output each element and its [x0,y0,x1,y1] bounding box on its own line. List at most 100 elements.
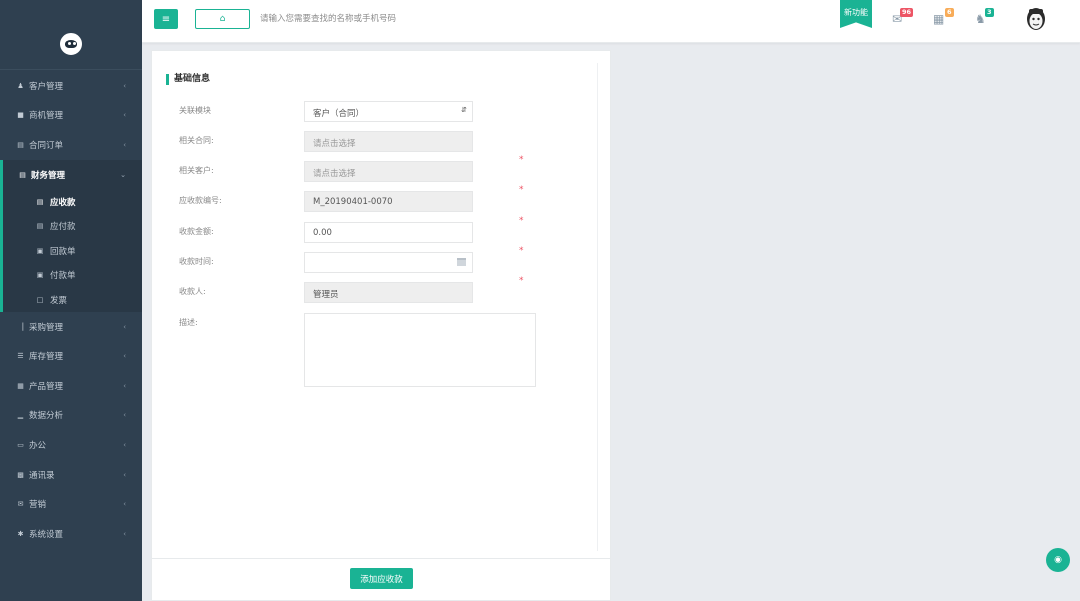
customer-picker[interactable]: 请点击选择 [304,161,473,182]
time-label: 收款时间: [179,257,214,266]
description-label: 描述: [179,318,198,327]
calendar-icon[interactable]: ▦ [933,12,944,26]
monitor-icon: ▭ [17,441,24,450]
module-select[interactable]: 客户（合同） ⇵ [304,101,473,122]
chevron-left-icon: ‹ [123,140,126,149]
chevron-left-icon: ‹ [123,470,126,479]
sidebar-item-label: 应付款 [50,222,76,233]
mail-icon: ✉ [17,500,24,509]
home-icon: ⌂ [219,14,226,24]
menu-toggle-button[interactable]: ≡ [154,9,178,29]
section-title: 基础信息 [166,74,210,85]
finance-submenu: ▤ 应收款 ▤ 应付款 ▣ 回款单 ▣ 付款单 □ 发票 [0,189,142,312]
message-badge: 96 [900,8,914,17]
search-input[interactable] [260,9,560,29]
sidebar-item-contacts[interactable]: ▩ 通讯录 ‹ [0,460,142,490]
sidebar-subitem-payables[interactable]: ▤ 应付款 [3,214,142,239]
sidebar-item-label: 系统设置 [29,529,64,540]
card-icon: ▤ [19,170,26,179]
notification-badge: 3 [985,8,994,17]
sidebar-item-settings[interactable]: ✱ 系统设置 ‹ [0,519,142,549]
payee-field[interactable]: 管理员 [304,282,473,303]
sidebar-item-products[interactable]: ▦ 产品管理 ‹ [0,371,142,401]
sidebar-item-office[interactable]: ▭ 办公 ‹ [0,430,142,460]
sidebar-item-marketing[interactable]: ✉ 营销 ‹ [0,489,142,519]
list-icon: ▤ [17,140,24,149]
sidebar-item-label: 商机管理 [29,111,64,122]
add-receivable-button[interactable]: 添加应收款 [350,568,413,589]
contacts-icon: ▩ [17,470,24,479]
new-feature-ribbon[interactable]: 新功能 [840,0,872,28]
chevron-left-icon: ‹ [123,81,126,90]
sidebar-item-label: 产品管理 [29,381,64,392]
sidebar-item-analytics[interactable]: ▁ 数据分析 ‹ [0,401,142,431]
module-select-value: 客户（合同） [313,109,365,119]
payee-label: 收款人: [179,287,206,296]
module-label: 关联模块 [179,106,211,115]
module-row: 关联模块 客户（合同） ⇵ [179,101,579,122]
avatar[interactable] [1024,6,1048,32]
sidebar-subitem-collections[interactable]: ▣ 回款单 [3,238,142,263]
sidebar: ♟ 客户管理 ‹ ■ 商机管理 ‹ ▤ 合同订单 ‹ ▤ 财务管理 ⌄ ▤ 应收… [0,0,142,601]
contract-picker[interactable]: 请点击选择 [304,131,473,152]
chevron-left-icon: ‹ [123,322,126,331]
required-mark: * [519,246,524,256]
sidebar-item-label: 采购管理 [29,322,64,333]
amount-label: 收款金额: [179,227,214,236]
number-row: 应收款编号: M_20190401-0070 * [179,185,579,212]
amount-row: 收款金额: * [179,216,579,243]
chevron-left-icon: ‹ [123,381,126,390]
chevron-left-icon: ‹ [123,441,126,450]
sidebar-item-opportunities[interactable]: ■ 商机管理 ‹ [0,101,142,131]
money-icon: ▣ [36,271,44,280]
sidebar-subitem-invoices[interactable]: □ 发票 [3,287,142,312]
home-button[interactable]: ⌂ [195,9,250,29]
chat-button[interactable]: ◉ [1046,548,1070,572]
user-icon: ♟ [17,81,24,90]
logo-area [0,0,142,70]
form-panel: 基础信息 关联模块 客户（合同） ⇵ 相关合同: 请点击选择 相关客户: 请点击… [151,50,611,601]
time-row: 收款时间: * [179,246,579,273]
sidebar-item-finance[interactable]: ▤ 财务管理 ⌄ [0,159,142,190]
card-icon: ▤ [36,197,44,206]
sidebar-menu: ♟ 客户管理 ‹ ■ 商机管理 ‹ ▤ 合同订单 ‹ ▤ 财务管理 ⌄ ▤ 应收… [0,71,142,549]
sidebar-subitem-payments[interactable]: ▣ 付款单 [3,263,142,288]
divider [597,63,598,551]
sidebar-item-label: 应收款 [50,197,76,208]
sidebar-item-purchasing[interactable]: ▕ 采购管理 ‹ [0,312,142,342]
required-mark: * [519,185,524,195]
topbar: ≡ ⌂ 新功能 ✉ 96 ▦ 6 ♞ 3 [142,0,1080,43]
amount-input[interactable] [304,222,473,243]
new-feature-label: 新功能 [844,8,868,17]
sidebar-item-label: 回款单 [50,246,76,257]
calendar-icon[interactable] [457,258,466,266]
payee-row: 收款人: 管理员 * [179,276,579,303]
chat-icon: ◉ [1054,555,1062,565]
calendar-badge: 6 [945,8,954,17]
description-textarea[interactable] [304,313,536,387]
sidebar-item-inventory[interactable]: ☰ 库存管理 ‹ [0,341,142,371]
panel-footer-divider [152,558,610,559]
logo-icon[interactable] [60,33,82,55]
card-icon: ▤ [36,222,44,231]
required-mark: * [519,216,524,226]
required-mark: * [519,155,524,165]
chevron-left-icon: ‹ [123,411,126,420]
sidebar-subitem-receivables[interactable]: ▤ 应收款 [3,189,142,214]
cart-icon: ▕ [17,322,24,331]
chevron-left-icon: ‹ [123,500,126,509]
chevron-down-icon: ⌄ [120,170,126,179]
receivable-number-field: M_20190401-0070 [304,191,473,212]
sidebar-item-customers[interactable]: ♟ 客户管理 ‹ [0,71,142,101]
date-input[interactable] [304,252,473,273]
customer-row: 相关客户: 请点击选择 * [179,155,579,182]
sidebar-item-label: 发票 [50,295,68,306]
required-mark: * [519,276,524,286]
number-label: 应收款编号: [179,196,222,205]
sidebar-item-label: 客户管理 [29,81,64,92]
contract-row: 相关合同: 请点击选择 [179,131,579,152]
money-icon: ▣ [36,246,44,255]
sidebar-item-contracts[interactable]: ▤ 合同订单 ‹ [0,130,142,160]
chevron-left-icon: ‹ [123,529,126,538]
chevron-left-icon: ‹ [123,352,126,361]
